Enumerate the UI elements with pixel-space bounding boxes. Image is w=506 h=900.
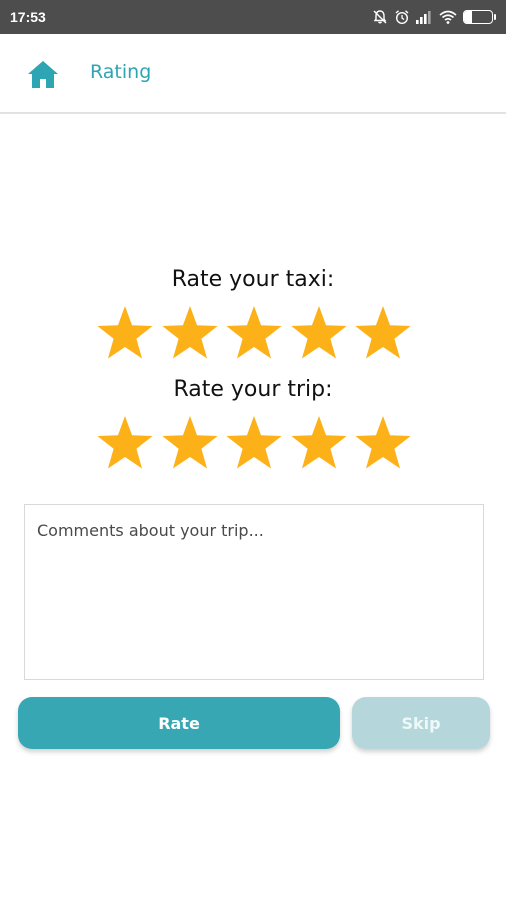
battery-icon: 30	[463, 10, 496, 24]
comments-input[interactable]	[24, 504, 484, 680]
taxi-rating-label: Rate your taxi:	[171, 267, 335, 292]
trip-rating-stars	[95, 414, 413, 472]
status-icons: 30	[372, 9, 496, 25]
home-icon	[28, 61, 58, 88]
taxi-star-icon-2[interactable]	[160, 304, 220, 362]
trip-star-icon-5[interactable]	[353, 414, 413, 472]
trip-star-icon-2[interactable]	[160, 414, 220, 472]
signal-icon	[416, 10, 433, 24]
taxi-star-icon-1[interactable]	[95, 304, 155, 362]
trip-star-icon-3[interactable]	[224, 414, 284, 472]
page-title: Rating	[90, 61, 152, 83]
taxi-star-icon-4[interactable]	[289, 304, 349, 362]
battery-level: 30	[472, 12, 483, 22]
trip-star-icon-4[interactable]	[289, 414, 349, 472]
trip-rating-label: Rate your trip:	[173, 377, 333, 402]
home-button[interactable]	[26, 58, 60, 90]
status-bar: 17:53 30	[0, 0, 506, 34]
taxi-rating-stars	[95, 304, 413, 362]
status-time: 17:53	[10, 9, 46, 25]
app-bar: Rating	[0, 34, 506, 114]
taxi-star-icon-5[interactable]	[353, 304, 413, 362]
trip-star-icon-1[interactable]	[95, 414, 155, 472]
skip-button[interactable]: Skip	[352, 697, 490, 749]
alarm-icon	[394, 9, 410, 25]
bell-off-icon	[372, 9, 388, 25]
rate-button[interactable]: Rate	[18, 697, 340, 749]
taxi-star-icon-3[interactable]	[224, 304, 284, 362]
wifi-icon	[439, 10, 457, 24]
